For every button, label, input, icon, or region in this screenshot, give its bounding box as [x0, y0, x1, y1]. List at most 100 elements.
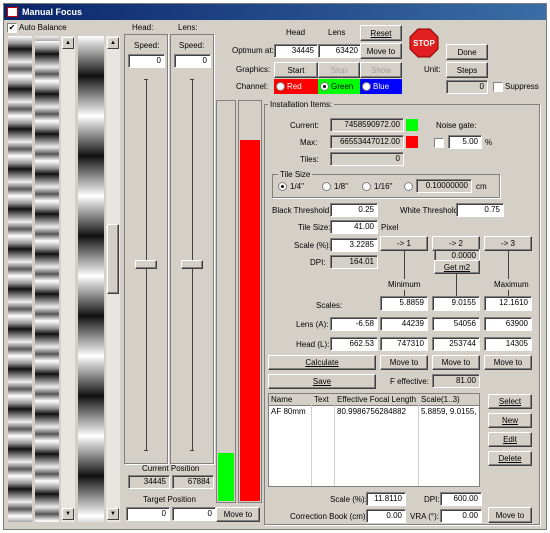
get-m2-button[interactable]: Get m2	[434, 260, 480, 274]
lens-a-min-field[interactable]: 44239	[380, 317, 428, 331]
current-label: Current:	[290, 121, 319, 130]
steps-button[interactable]: Steps	[446, 62, 488, 78]
suppress-label: Suppress	[505, 82, 539, 91]
noise-gate-field[interactable]: 5.00	[448, 135, 482, 149]
lens-speed-label: Speed:	[179, 41, 205, 50]
tile-size-sixteenth-radio[interactable]	[362, 182, 371, 191]
black-threshold-field[interactable]: 0.25	[330, 203, 378, 217]
new-button[interactable]: New	[488, 413, 532, 428]
f-effective-field: 81.00	[432, 374, 480, 388]
graphics-stop-button[interactable]: Stop	[318, 62, 360, 78]
channel-green-radio[interactable]	[320, 82, 329, 91]
graphics-start-button[interactable]: Start	[274, 62, 318, 78]
current-field: 7458590972.00	[330, 118, 404, 132]
save-button[interactable]: Save	[268, 374, 376, 389]
head-l-field[interactable]: 662.53	[330, 337, 378, 351]
window-title: Manual Focus	[22, 7, 83, 17]
tile-size-field[interactable]: 41.00	[330, 220, 378, 234]
channel-label: Channel:	[236, 82, 269, 91]
optimum-head-field[interactable]: 34445	[274, 44, 318, 58]
app-icon	[7, 7, 18, 17]
tile-size-custom-radio[interactable]	[404, 182, 413, 191]
done-button[interactable]: Done	[446, 44, 488, 60]
noise-gate-checkbox[interactable]	[434, 138, 444, 148]
reset-button[interactable]: Reset	[360, 25, 402, 41]
scroll-up-button[interactable]: ▲	[62, 37, 74, 49]
tile-size-custom-field[interactable]: 0.10000000	[416, 179, 472, 193]
move-to-max-button[interactable]: Move to	[484, 355, 532, 370]
stop-icon[interactable]: STOP	[409, 28, 439, 58]
suppress-checkbox[interactable]	[493, 82, 503, 92]
delete-button[interactable]: Delete	[488, 451, 532, 466]
lens-a-mid-field[interactable]: 54056	[432, 317, 480, 331]
scale-max-field[interactable]: 12.1610	[484, 296, 532, 311]
auto-balance-label: Auto Balance	[19, 23, 67, 32]
lens-slider-thumb[interactable]	[181, 260, 203, 269]
head-l-min-field[interactable]: 747310	[380, 337, 428, 351]
head-header: Head	[286, 28, 306, 37]
manual-focus-window: Manual Focus ✔ Auto Balance ▲ ▼ ▲ ▼ Head…	[3, 3, 547, 530]
target-head-field[interactable]: 0	[126, 507, 170, 521]
current-position-label: Current Position	[142, 464, 200, 473]
lens-table[interactable]: Name Text Effective Focal Length Scale(1…	[268, 393, 480, 487]
scroll-down-button[interactable]: ▼	[62, 508, 74, 520]
stop-icon-label: STOP	[413, 39, 435, 48]
scale-field[interactable]: 3.2285	[330, 238, 378, 252]
focus-strip-2	[35, 36, 59, 522]
col-scale[interactable]: Scale(1..3)	[421, 395, 460, 405]
vra-field[interactable]: 0.00	[440, 509, 482, 523]
col-name[interactable]: Name	[271, 395, 292, 405]
edit-button[interactable]: Edit	[488, 432, 532, 447]
bottom-move-to-button[interactable]: Move to	[488, 507, 532, 523]
bottom-dpi-field[interactable]: 600.00	[440, 492, 482, 506]
max-field: 66553447012.00	[330, 135, 404, 149]
scroll-thumb[interactable]	[107, 224, 119, 294]
left-scrollbar[interactable]	[61, 36, 75, 522]
move-to-left-button[interactable]: Move to	[216, 507, 260, 522]
tile-size-eighth-radio[interactable]	[322, 182, 331, 191]
optimum-move-to-button[interactable]: Move to	[360, 43, 402, 59]
target-position-label: Target Position	[143, 495, 196, 504]
lens-a-field[interactable]: -6.58	[330, 317, 378, 331]
lens-speed-field[interactable]: 0	[174, 54, 211, 68]
channel-blue-radio[interactable]	[362, 82, 371, 91]
tiles-field: 0	[330, 152, 404, 166]
current-color-swatch	[406, 119, 418, 131]
scale-min-field[interactable]: 5.8859	[380, 296, 428, 311]
head-slider-thumb[interactable]	[135, 260, 157, 269]
table-row[interactable]: AF 80mm 80.9986756284882 5.8859, 9.0155,…	[269, 407, 479, 417]
calculate-button[interactable]: Calculate	[268, 355, 376, 370]
lens-label: Lens:	[178, 23, 198, 32]
select-button[interactable]: Select	[488, 394, 532, 409]
col-focal-length[interactable]: Effective Focal Length	[337, 395, 416, 405]
graphics-show-button[interactable]: Show	[360, 62, 402, 78]
head-speed-field[interactable]: 0	[128, 54, 165, 68]
lens-header: Lens	[328, 28, 346, 37]
head-l-label: Head (L):	[296, 340, 330, 349]
row-name: AF 80mm	[271, 407, 306, 416]
target-lens-field[interactable]: 0	[172, 507, 216, 521]
red-level-bar	[240, 140, 260, 501]
current-lens-field: 67884	[172, 475, 214, 489]
noise-gate-label: Noise gate:	[436, 121, 477, 130]
head-l-max-field[interactable]: 14305	[484, 337, 532, 351]
move-to-min-button[interactable]: Move to	[380, 355, 428, 370]
white-threshold-field[interactable]: 0.75	[456, 203, 504, 217]
scale-mid-field[interactable]: 9.0155	[432, 296, 480, 311]
head-l-mid-field[interactable]: 253744	[432, 337, 480, 351]
correction-book-field[interactable]: 0.00	[366, 509, 406, 523]
arrow-1-button[interactable]: -> 1	[380, 236, 428, 251]
move-to-mid-button[interactable]: Move to	[432, 355, 480, 370]
scroll-up-button-2[interactable]: ▲	[107, 37, 119, 49]
tile-size-label: Tile Size:	[298, 223, 331, 232]
lens-a-max-field[interactable]: 63900	[484, 317, 532, 331]
tile-size-quarter-radio[interactable]	[278, 182, 287, 191]
auto-balance-checkbox[interactable]: ✔	[7, 23, 17, 33]
bottom-scale-field[interactable]: 11.8110	[366, 492, 406, 506]
scroll-down-button-2[interactable]: ▼	[107, 508, 119, 520]
col-text[interactable]: Text	[314, 395, 329, 405]
optimum-lens-field[interactable]: 63420	[318, 44, 362, 58]
channel-red-radio[interactable]	[276, 82, 285, 91]
arrow-3-button[interactable]: -> 3	[484, 236, 532, 251]
head-speed-label: Speed:	[134, 41, 160, 50]
